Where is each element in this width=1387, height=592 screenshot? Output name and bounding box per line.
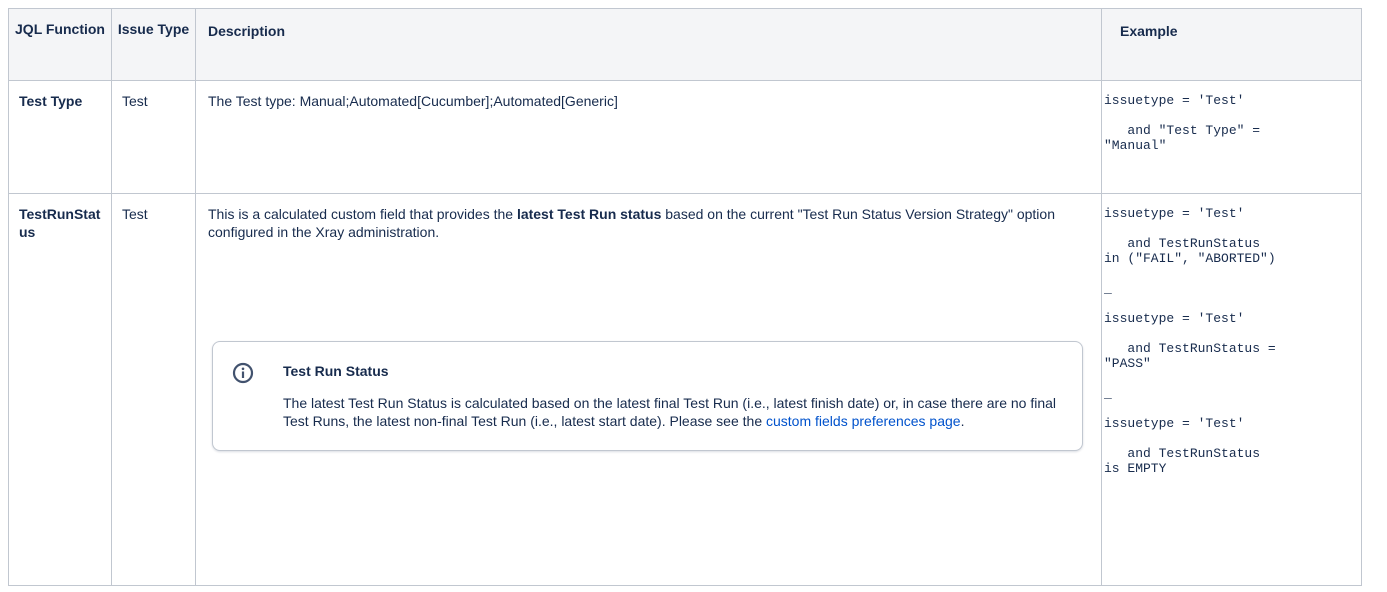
issue-type-cell: Test	[111, 193, 196, 586]
description-text-start: This is a calculated custom field that p…	[208, 206, 517, 222]
header-jql-function: JQL Function	[8, 8, 112, 81]
info-icon	[232, 362, 254, 384]
description-cell: This is a calculated custom field that p…	[195, 193, 1102, 586]
info-panel-body: Test Run Status The latest Test Run Stat…	[283, 362, 1062, 430]
info-panel-title: Test Run Status	[283, 363, 389, 379]
table-row: Test Type Test The Test type: Manual;Aut…	[8, 80, 1362, 194]
example-code: issuetype = 'Test' and "Test Type" = "Ma…	[1101, 80, 1362, 194]
table-header-row: JQL Function Issue Type Description Exam…	[8, 8, 1362, 81]
description-emphasis: latest Test Run status	[516, 206, 662, 222]
header-description: Description	[195, 8, 1102, 81]
info-panel: Test Run Status The latest Test Run Stat…	[212, 341, 1083, 451]
function-name: TestRunStatus	[8, 193, 112, 586]
info-panel-text-period: .	[960, 413, 965, 429]
description-text: This is a calculated custom field that p…	[208, 205, 1089, 241]
issue-type-cell: Test	[111, 80, 196, 194]
function-name: Test Type	[8, 80, 112, 194]
description-cell: The Test type: Manual;Automated[Cucumber…	[195, 80, 1102, 194]
example-code: issuetype = 'Test' and TestRunStatus in …	[1101, 193, 1362, 586]
info-panel-text: The latest Test Run Status is calculated…	[283, 394, 1062, 430]
custom-fields-preferences-link[interactable]: custom fields preferences page	[766, 413, 961, 429]
table-row: TestRunStatus Test This is a calculated …	[8, 193, 1362, 586]
header-issue-type: Issue Type	[111, 8, 196, 81]
header-example: Example	[1101, 8, 1362, 81]
jql-functions-table: JQL Function Issue Type Description Exam…	[8, 8, 1362, 586]
